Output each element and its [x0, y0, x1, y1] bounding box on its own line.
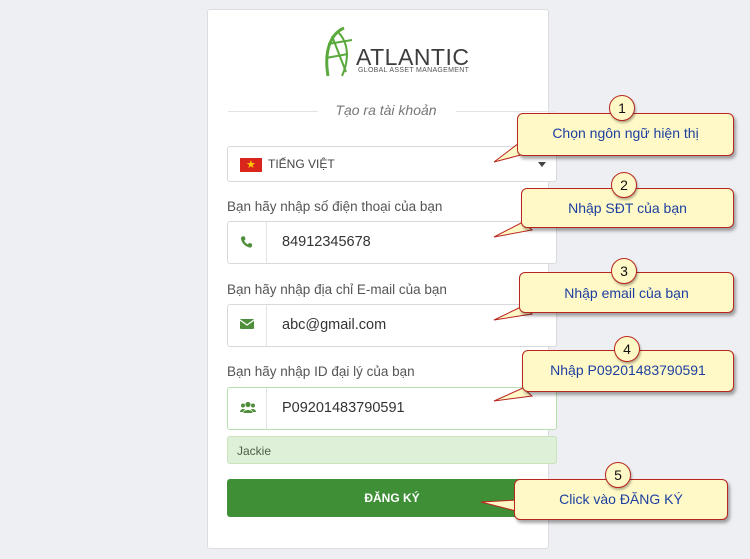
callout-4-badge: 4 — [614, 336, 640, 362]
callout-5-text: Click vào ĐĂNG KÝ — [559, 491, 683, 507]
callout-3-badge: 3 — [611, 258, 637, 284]
callout-2-text: Nhập SĐT của bạn — [568, 200, 687, 216]
callout-1-text: Chọn ngôn ngữ hiện thị — [552, 125, 699, 141]
callout-2-badge: 2 — [611, 172, 637, 198]
callout-1-badge: 1 — [609, 95, 635, 121]
callout-3-text: Nhập email của bạn — [564, 285, 689, 301]
callout-5-badge: 5 — [605, 462, 631, 488]
callout-4-text: Nhập P09201483790591 — [550, 362, 706, 378]
